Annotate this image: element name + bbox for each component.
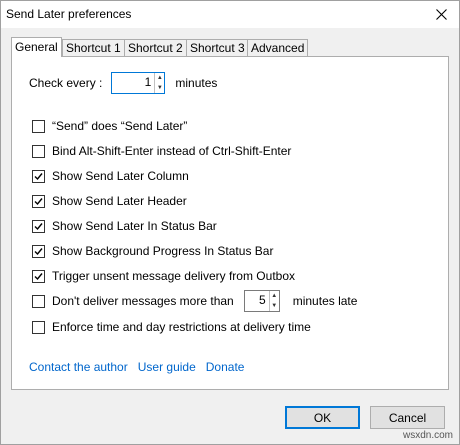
tab-shortcut-2[interactable]: Shortcut 2 (124, 39, 187, 56)
cancel-button[interactable]: Cancel (370, 406, 445, 429)
dont-deliver-checkbox[interactable] (32, 294, 45, 308)
dont-deliver-row[interactable]: Don't deliver messages more than 5 ▲ ▼ m… (32, 290, 357, 312)
option-row[interactable]: Show Send Later Header (32, 193, 187, 209)
show-background-progress-checkbox[interactable] (32, 244, 45, 258)
check-every-unit: minutes (175, 76, 218, 90)
contact-author-link[interactable]: Contact the author (29, 360, 128, 374)
checkmark-icon (34, 172, 43, 180)
option-row[interactable]: Bind Alt-Shift-Enter instead of Ctrl-Shi… (32, 143, 291, 159)
option-label: Show Send Later Column (52, 169, 189, 183)
option-row[interactable]: Trigger unsent message delivery from Out… (32, 268, 295, 284)
option-row[interactable]: “Send” does “Send Later” (32, 118, 187, 134)
checkmark-icon (34, 247, 43, 255)
late-minutes-spinner[interactable]: 5 ▲ ▼ (243, 290, 280, 312)
general-panel: Check every : 1 ▲ ▼ minutes “Send” does … (11, 56, 449, 390)
check-every-spinner[interactable]: 1 ▲ ▼ (111, 72, 166, 94)
bind-alt-shift-enter-checkbox[interactable] (32, 144, 45, 158)
tab-general[interactable]: General (11, 37, 62, 57)
check-every-label: Check every : (29, 76, 103, 90)
option-row[interactable]: Show Send Later In Status Bar (32, 218, 217, 234)
preferences-dialog: Send Later preferences General Shortcut … (0, 0, 460, 445)
checkmark-icon (34, 272, 43, 280)
send-does-send-later-checkbox[interactable] (32, 119, 45, 133)
spin-up-icon[interactable]: ▲ (155, 73, 164, 83)
dont-deliver-label: Don't deliver messages more than (52, 294, 234, 308)
donate-link[interactable]: Donate (206, 360, 245, 374)
option-label: Trigger unsent message delivery from Out… (52, 269, 295, 283)
close-button[interactable] (423, 1, 459, 28)
user-guide-link[interactable]: User guide (138, 360, 196, 374)
option-label: Bind Alt-Shift-Enter instead of Ctrl-Shi… (52, 144, 292, 158)
option-row[interactable]: Show Send Later Column (32, 168, 189, 184)
trigger-outbox-checkbox[interactable] (32, 269, 45, 283)
option-label: “Send” does “Send Later” (52, 119, 188, 133)
check-every-value[interactable]: 1 (112, 73, 154, 93)
checkmark-icon (34, 222, 43, 230)
late-unit-label: minutes late (292, 294, 358, 308)
late-minutes-value[interactable]: 5 (245, 291, 269, 311)
option-label: Show Send Later In Status Bar (52, 219, 217, 233)
tab-shortcut-3[interactable]: Shortcut 3 (186, 39, 249, 56)
checkmark-icon (34, 197, 43, 205)
spin-down-icon[interactable]: ▼ (270, 301, 279, 311)
show-column-checkbox[interactable] (32, 169, 45, 183)
show-header-checkbox[interactable] (32, 194, 45, 208)
ok-button[interactable]: OK (285, 406, 360, 429)
spin-up-icon[interactable]: ▲ (270, 291, 279, 301)
show-status-bar-checkbox[interactable] (32, 219, 45, 233)
check-every-row: Check every : 1 ▲ ▼ minutes (29, 72, 217, 94)
option-label: Enforce time and day restrictions at del… (52, 320, 311, 334)
window-title: Send Later preferences (6, 7, 132, 21)
spin-down-icon[interactable]: ▼ (155, 83, 164, 93)
links-row: Contact the author User guide Donate (29, 360, 244, 374)
close-icon (435, 9, 447, 20)
option-row[interactable]: Enforce time and day restrictions at del… (32, 319, 311, 335)
option-row[interactable]: Show Background Progress In Status Bar (32, 243, 273, 259)
option-label: Show Background Progress In Status Bar (52, 244, 274, 258)
tab-advanced[interactable]: Advanced (247, 39, 309, 56)
option-label: Show Send Later Header (52, 194, 187, 208)
watermark-text: wsxdn.com (402, 430, 453, 441)
tab-shortcut-1[interactable]: Shortcut 1 (62, 39, 125, 56)
enforce-restrictions-checkbox[interactable] (32, 320, 45, 334)
title-bar: Send Later preferences (1, 1, 459, 28)
